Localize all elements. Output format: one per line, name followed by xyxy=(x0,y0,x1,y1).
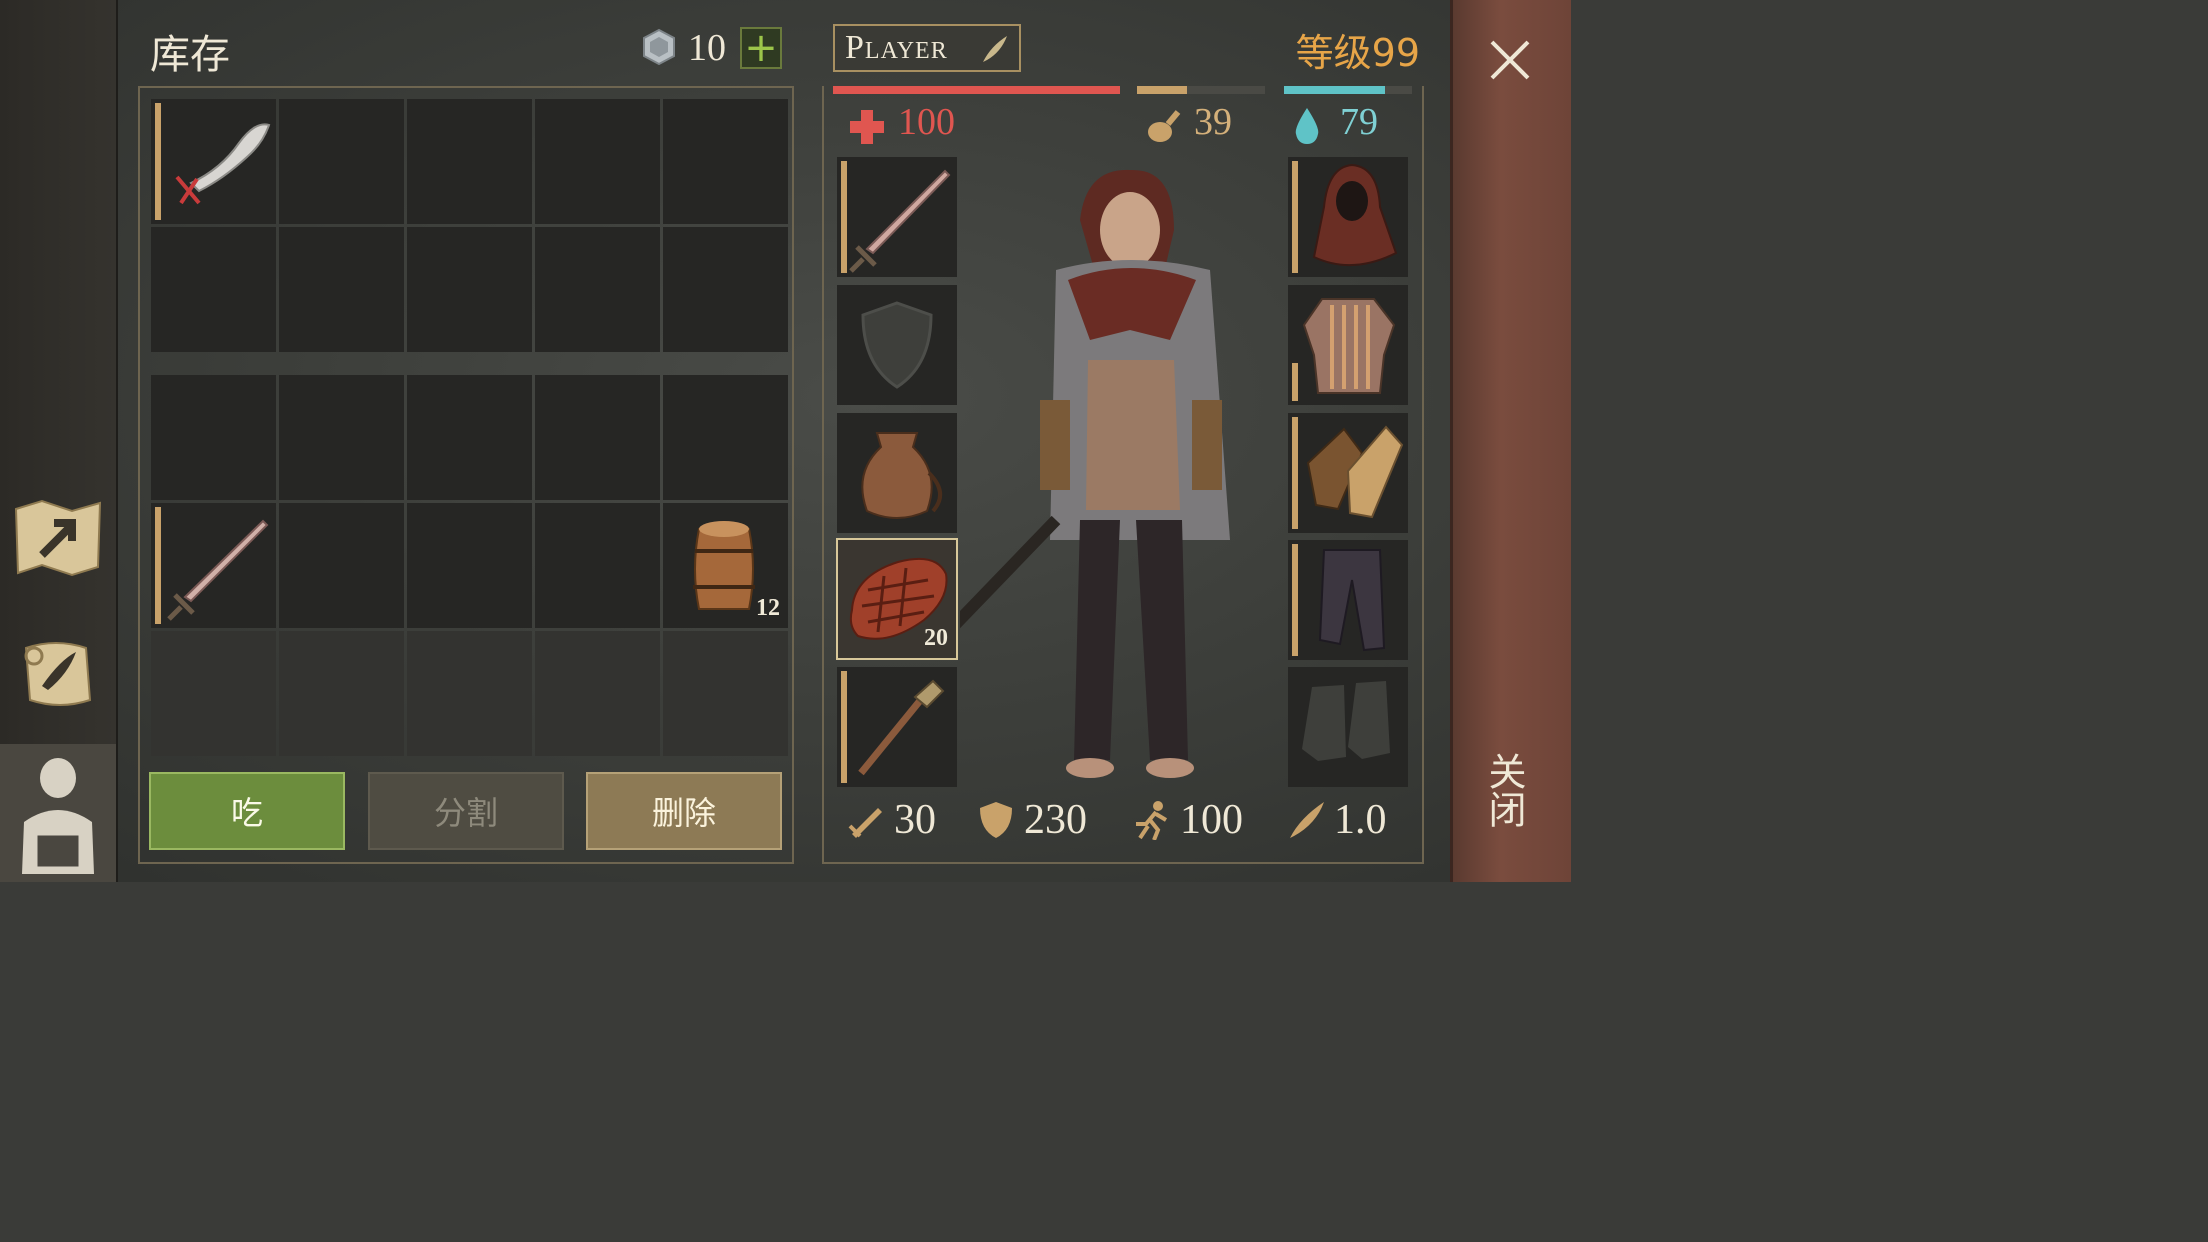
health-cross-icon xyxy=(850,110,884,144)
gloves-icon xyxy=(1306,425,1404,519)
thirst-bar xyxy=(1284,86,1412,94)
silver-coin-icon xyxy=(643,28,675,66)
inventory-slot[interactable] xyxy=(151,227,276,352)
equip-slot-torch[interactable] xyxy=(837,667,957,787)
equip-slot-hands[interactable] xyxy=(1288,413,1408,533)
equip-slot-weapon[interactable] xyxy=(837,157,957,277)
inventory-slot[interactable] xyxy=(151,375,276,500)
equip-slot-shield[interactable] xyxy=(837,285,957,405)
inventory-slot[interactable] xyxy=(279,99,404,224)
inventory-slot[interactable] xyxy=(279,503,404,628)
inventory-slot[interactable] xyxy=(407,375,532,500)
equip-slot-bag[interactable] xyxy=(837,413,957,533)
inventory-slot[interactable] xyxy=(279,227,404,352)
character-model xyxy=(960,169,1230,778)
inventory-slot[interactable] xyxy=(407,227,532,352)
feather-icon xyxy=(1290,802,1324,838)
shield-icon xyxy=(861,301,933,389)
inventory-slot[interactable] xyxy=(535,503,660,628)
player-level: 等级99 xyxy=(1295,31,1420,75)
close-icon[interactable] xyxy=(1488,38,1532,82)
split-button[interactable]: 分割 xyxy=(368,772,564,850)
journal-button[interactable] xyxy=(10,628,106,724)
sword-icon xyxy=(849,169,951,273)
attack-stat: 30 xyxy=(846,796,936,844)
inventory-slot[interactable] xyxy=(535,99,660,224)
equip-slot-body[interactable] xyxy=(1288,285,1408,405)
sword-icon xyxy=(167,519,269,621)
item-quantity: 20 xyxy=(924,625,948,651)
scroll-quill-icon xyxy=(24,642,92,706)
close-panel[interactable] xyxy=(1450,0,1571,882)
thirst-value: 79 xyxy=(1340,101,1378,143)
close-label[interactable]: 关闭 xyxy=(1482,752,1532,828)
inventory-slot[interactable] xyxy=(279,631,404,756)
weight-stat: 1.0 xyxy=(1286,796,1387,844)
inventory-slot[interactable] xyxy=(151,503,276,628)
inventory-slot[interactable] xyxy=(407,99,532,224)
attack-value: 30 xyxy=(894,797,936,843)
defense-value: 230 xyxy=(1024,797,1087,843)
torch-icon xyxy=(858,679,945,776)
equip-slot-feet[interactable] xyxy=(1288,667,1408,787)
inventory-slot[interactable] xyxy=(663,375,788,500)
edit-quill-icon xyxy=(983,36,1007,62)
inventory-grid-bottom: 12 xyxy=(151,375,788,756)
inventory-slot[interactable] xyxy=(663,99,788,224)
inventory-slot[interactable]: 12 xyxy=(663,503,788,628)
hood-icon xyxy=(1312,163,1398,266)
inventory-slot[interactable] xyxy=(279,375,404,500)
inventory-slot[interactable] xyxy=(151,631,276,756)
add-coins-button[interactable]: + xyxy=(740,27,782,69)
pants-icon xyxy=(1318,549,1386,652)
hunger-drumstick-icon xyxy=(1148,110,1181,142)
map-icon xyxy=(14,499,102,577)
inventory-grid-top xyxy=(151,99,788,352)
running-icon xyxy=(1136,801,1168,840)
equip-slot-head[interactable] xyxy=(1288,157,1408,277)
scimitar-icon xyxy=(175,123,271,205)
player-name: Player xyxy=(845,29,948,66)
boots-icon xyxy=(1302,681,1390,761)
inventory-slot[interactable] xyxy=(407,503,532,628)
player-name-box[interactable]: Player xyxy=(833,24,1021,72)
map-button[interactable] xyxy=(10,490,106,586)
hunger-value: 39 xyxy=(1194,101,1232,143)
inventory-slot[interactable] xyxy=(535,631,660,756)
eat-button[interactable]: 吃 xyxy=(149,772,345,850)
defense-stat: 230 xyxy=(976,796,1087,844)
delete-button[interactable]: 删除 xyxy=(586,772,782,850)
inventory-slot[interactable] xyxy=(535,227,660,352)
health-value: 100 xyxy=(898,101,955,143)
hunger-bar xyxy=(1137,86,1265,94)
coin-count: 10 xyxy=(688,27,726,69)
inventory-slot[interactable] xyxy=(535,375,660,500)
inventory-slot[interactable] xyxy=(663,631,788,756)
inventory-slot[interactable] xyxy=(663,227,788,352)
speed-stat: 100 xyxy=(1132,796,1243,844)
inventory-slot[interactable] xyxy=(151,99,276,224)
inventory-title: 库存 xyxy=(150,32,230,78)
equip-slot-legs[interactable] xyxy=(1288,540,1408,660)
item-quantity: 12 xyxy=(756,595,780,621)
chainmail-icon xyxy=(1302,298,1396,394)
water-drop-icon xyxy=(1295,108,1319,144)
inventory-tab-active[interactable] xyxy=(0,744,116,882)
weight-value: 1.0 xyxy=(1334,797,1387,843)
speed-value: 100 xyxy=(1180,797,1243,843)
inventory-slot[interactable] xyxy=(407,631,532,756)
health-bar xyxy=(833,86,1120,94)
sword-attack-icon xyxy=(848,808,882,838)
character-backpack-icon xyxy=(22,758,94,874)
pouch-icon xyxy=(861,432,942,519)
shield-defense-icon xyxy=(980,802,1012,838)
equip-slot-food-selected[interactable]: 20 xyxy=(836,538,958,660)
